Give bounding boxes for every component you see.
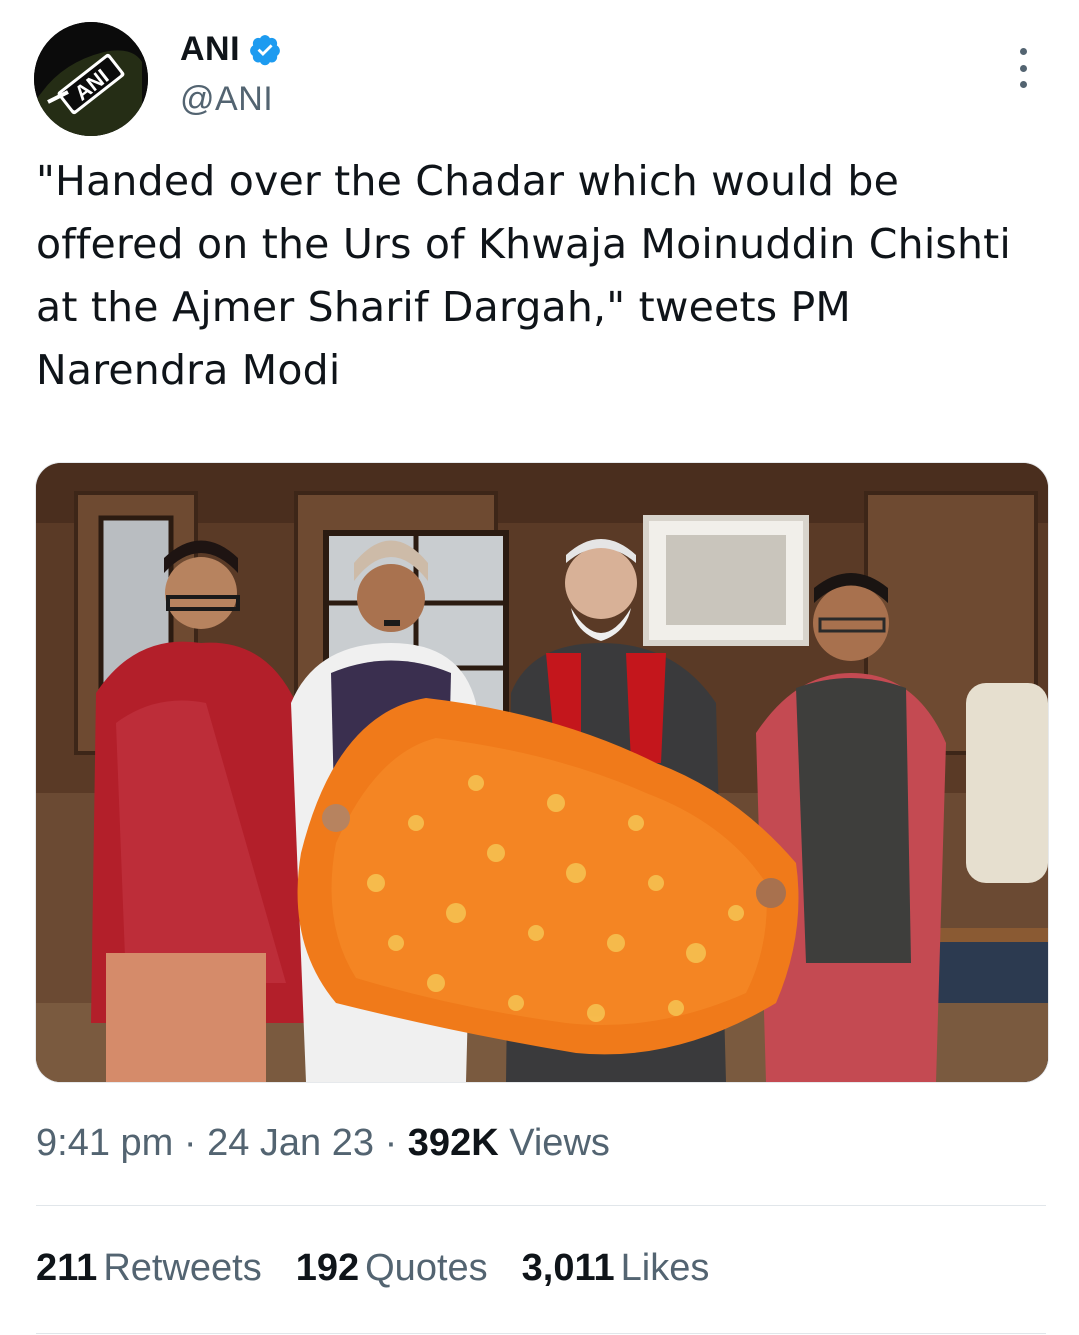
tweet-date[interactable]: 24 Jan 23 — [207, 1122, 374, 1164]
meta-separator: · — [384, 1122, 398, 1164]
verified-badge-icon — [250, 34, 280, 65]
divider — [36, 1333, 1046, 1334]
ani-logo: ANI — [34, 22, 148, 136]
retweets-stat[interactable]: 211 Retweets — [36, 1247, 262, 1290]
views-label: Views — [509, 1122, 610, 1164]
quotes-label: Quotes — [365, 1247, 488, 1289]
retweets-count: 211 — [36, 1247, 98, 1289]
tweet-text: "Handed over the Chadar which would be o… — [36, 157, 1012, 394]
author-name-row[interactable]: ANI — [180, 30, 282, 69]
likes-label: Likes — [620, 1247, 710, 1289]
more-options-icon[interactable] — [1010, 48, 1036, 88]
quotes-count: 192 — [295, 1247, 360, 1289]
author-avatar[interactable]: ANI — [34, 22, 148, 136]
retweets-label: Retweets — [103, 1247, 262, 1289]
views-count: 392K — [407, 1122, 499, 1164]
divider — [36, 1205, 1046, 1206]
photo-illustration — [36, 463, 1048, 1082]
author-name[interactable]: ANI — [180, 30, 240, 69]
tweet-time[interactable]: 9:41 pm — [36, 1122, 173, 1164]
author-handle[interactable]: @ANI — [180, 80, 273, 119]
engagement-stats: 211 Retweets 192 Quotes 3,011 Likes — [36, 1247, 709, 1290]
meta-separator: · — [183, 1122, 197, 1164]
tweet-meta: 9:41 pm · 24 Jan 23 · 392K Views — [36, 1122, 610, 1165]
likes-count: 3,011 — [521, 1247, 615, 1289]
tweet-photo[interactable] — [35, 462, 1049, 1083]
likes-stat[interactable]: 3,011 Likes — [522, 1247, 710, 1290]
quotes-stat[interactable]: 192 Quotes — [296, 1247, 488, 1290]
